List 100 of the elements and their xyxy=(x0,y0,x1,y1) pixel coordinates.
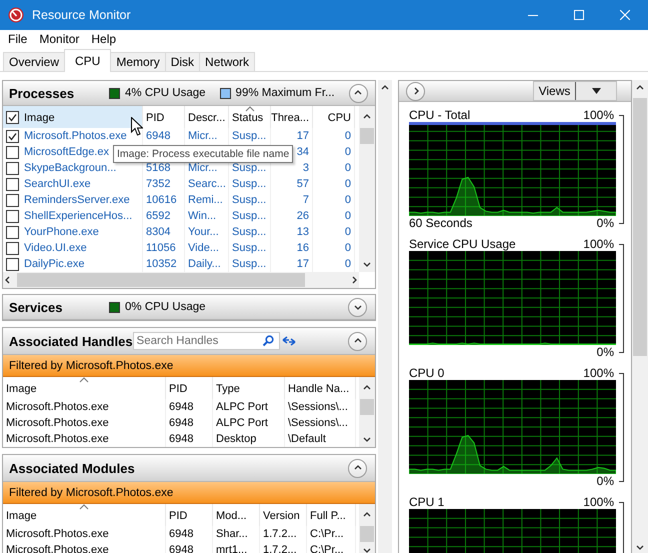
legend-label: 99% Maximum Fr... xyxy=(236,87,335,99)
graph-title: CPU 1 xyxy=(409,495,444,509)
tab[interactable]: Network xyxy=(199,52,256,71)
table-cell: 16 xyxy=(271,240,313,256)
table-cell: 10616 xyxy=(143,192,185,208)
table-cell: Vide... xyxy=(185,240,229,256)
scale-label: 100% xyxy=(583,366,614,380)
table-cell: \Sessions\... xyxy=(285,415,356,431)
table-cell: Susp... xyxy=(229,128,271,144)
table-cell: 26 xyxy=(271,208,313,224)
table-cell: 6948 xyxy=(166,431,213,447)
table-cell: C:\Pr... xyxy=(307,542,356,553)
filter-banner: Filtered by Microsoft.Photos.exe xyxy=(3,482,375,504)
legend-label: 4% CPU Usage xyxy=(125,87,206,99)
tab[interactable]: CPU xyxy=(64,49,112,72)
process-name[interactable]: SearchUI.exe xyxy=(24,176,91,192)
table-cell: Microsoft.Photos.exe xyxy=(3,415,166,431)
table-cell: ALPC Port xyxy=(213,399,285,415)
column-header[interactable]: Image xyxy=(3,106,143,128)
section-title: Processes xyxy=(9,84,76,102)
search-field[interactable]: Search Handles xyxy=(132,332,280,350)
table-cell: Shar... xyxy=(213,526,260,542)
table-cell: \Sessions\... xyxy=(285,399,356,415)
scale-label: 100% xyxy=(583,237,614,251)
table-cell: 6948 xyxy=(143,128,185,144)
column-header[interactable]: Image xyxy=(3,504,166,526)
table-cell: Microsoft.Photos.exe xyxy=(3,542,166,553)
column-header[interactable]: Status xyxy=(229,106,271,128)
column-header[interactable]: PID xyxy=(143,106,185,128)
table-cell: 0 xyxy=(313,208,355,224)
column-header[interactable]: Full P... xyxy=(307,504,356,526)
process-name[interactable]: Microsoft.Photos.exe xyxy=(24,128,127,144)
table-cell: 0 xyxy=(313,224,355,240)
table-cell: 0 xyxy=(313,128,355,144)
process-name[interactable]: ShellExperienceHos... xyxy=(24,208,132,224)
table-cell: Your... xyxy=(185,224,229,240)
scale-label: 0% xyxy=(596,216,614,230)
column-header[interactable]: PID xyxy=(166,504,213,526)
table-cell: Micr... xyxy=(185,128,229,144)
table-cell: ALPC Port xyxy=(213,415,285,431)
table-cell: Susp... xyxy=(229,176,271,192)
table-cell: 6948 xyxy=(166,399,213,415)
column-header[interactable]: Handle Na... xyxy=(285,377,356,399)
table-cell: \Default xyxy=(285,431,356,447)
process-name[interactable]: YourPhone.exe xyxy=(24,224,99,240)
table-cell: C:\Pr... xyxy=(307,526,356,542)
section-title: Associated Modules xyxy=(9,460,135,476)
tab[interactable]: Overview xyxy=(3,52,66,71)
table-cell: Susp... xyxy=(229,208,271,224)
table-cell: 6592 xyxy=(143,208,185,224)
table-cell: Microsoft.Photos.exe xyxy=(3,431,166,447)
tab[interactable]: Disk xyxy=(164,52,200,71)
table-cell: Susp... xyxy=(229,240,271,256)
table-cell: 0 xyxy=(313,144,355,160)
table-cell: Susp... xyxy=(229,224,271,240)
table-cell: mrt1... xyxy=(213,542,260,553)
table-cell: Searc... xyxy=(185,176,229,192)
table-cell: 6948 xyxy=(166,526,213,542)
table-cell: 57 xyxy=(271,176,313,192)
graph-title: CPU 0 xyxy=(409,366,444,380)
menu-item[interactable]: Help xyxy=(85,32,122,46)
views-button[interactable]: Views xyxy=(533,81,618,101)
column-header[interactable]: Type xyxy=(213,377,285,399)
table-cell: Microsoft.Photos.exe xyxy=(3,526,166,542)
process-name[interactable]: RemindersServer.exe xyxy=(24,192,130,208)
column-header[interactable]: Image xyxy=(3,377,166,399)
table-cell: 0 xyxy=(313,176,355,192)
scale-label: 100% xyxy=(583,495,614,509)
table-cell: Desktop xyxy=(213,431,285,447)
scale-label: 0% xyxy=(596,345,614,359)
table-cell: 0 xyxy=(313,240,355,256)
section-title: Associated Handles xyxy=(9,332,133,350)
filter-banner: Filtered by Microsoft.Photos.exe xyxy=(3,355,375,377)
scale-label: 100% xyxy=(583,108,614,122)
tab[interactable]: Memory xyxy=(110,52,166,71)
process-name[interactable]: DailyPic.exe xyxy=(24,256,85,272)
table-cell: 17 xyxy=(271,128,313,144)
process-name[interactable]: MicrosoftEdge.ex xyxy=(24,144,109,160)
table-cell: 1.7.2... xyxy=(260,526,307,542)
tooltip: Image: Process executable file name xyxy=(113,145,294,163)
column-header[interactable]: Mod... xyxy=(213,504,260,526)
table-cell: 11056 xyxy=(143,240,185,256)
table-cell: Remi... xyxy=(185,192,229,208)
graph-title: Service CPU Usage xyxy=(409,237,516,251)
column-header[interactable]: Version xyxy=(260,504,307,526)
column-header[interactable]: Threa... xyxy=(271,106,313,128)
table-cell: 7352 xyxy=(143,176,185,192)
column-header[interactable]: Descr... xyxy=(185,106,229,128)
axis-label: 60 Seconds xyxy=(409,216,472,230)
menu-item[interactable]: Monitor xyxy=(33,32,86,46)
column-header[interactable]: CPU xyxy=(313,106,355,128)
table-cell: Susp... xyxy=(229,192,271,208)
table-cell: Microsoft.Photos.exe xyxy=(3,399,166,415)
column-label[interactable]: Image xyxy=(24,112,55,124)
menu-item[interactable]: File xyxy=(2,32,34,46)
column-header[interactable]: PID xyxy=(166,377,213,399)
legend-label: 0% CPU Usage xyxy=(125,301,206,313)
table-cell: 13 xyxy=(271,224,313,240)
process-name[interactable]: SkypeBackgroun... xyxy=(24,160,116,176)
process-name[interactable]: Video.UI.exe xyxy=(24,240,87,256)
